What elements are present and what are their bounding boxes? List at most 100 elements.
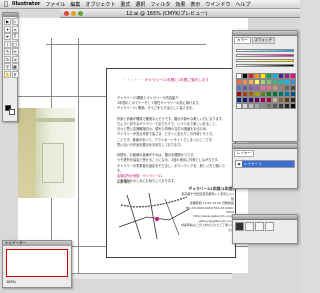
swatch-chip[interactable]	[284, 103, 290, 109]
navigator-zoom-field[interactable]: 165%	[6, 280, 16, 284]
swatch-chip[interactable]	[260, 97, 266, 103]
swatch-chip[interactable]	[260, 79, 266, 85]
menu-filter[interactable]: フィルタ	[150, 1, 170, 8]
swatch-chip[interactable]	[254, 79, 260, 85]
cap-style-icon[interactable]	[235, 222, 244, 231]
swatch-chip[interactable]	[266, 103, 272, 109]
swatch-chip[interactable]	[236, 85, 242, 91]
magenta-slider[interactable]	[236, 54, 294, 57]
swatch-chip[interactable]	[284, 85, 290, 91]
apple-icon[interactable]: 	[0, 1, 12, 8]
layer-row[interactable]: ◉ レイヤー 1	[235, 160, 295, 168]
swatch-chip[interactable]	[242, 91, 248, 97]
swatch-chip[interactable]	[272, 91, 278, 97]
menu-select[interactable]: 選択	[135, 1, 145, 8]
line-tool-icon[interactable]: /	[4, 40, 11, 48]
pen-tool-icon[interactable]: ✒	[4, 33, 11, 40]
swatch-chip[interactable]	[248, 79, 254, 85]
rotate-tool-icon[interactable]: ↻	[4, 55, 11, 63]
menu-edit[interactable]: 編集	[70, 1, 80, 8]
swatch-chip[interactable]	[254, 91, 260, 97]
join-style-icon[interactable]	[245, 222, 254, 231]
lasso-tool-icon[interactable]: ∞	[11, 25, 19, 33]
swatch-chip[interactable]	[290, 73, 296, 79]
swatch-chip[interactable]	[278, 97, 284, 103]
stroke-swatch[interactable]	[9, 109, 15, 115]
swatch-chip[interactable]	[284, 97, 290, 103]
swatch-chip[interactable]	[290, 79, 296, 85]
swatch-chip[interactable]	[248, 73, 254, 79]
swatch-chip[interactable]	[284, 79, 290, 85]
swatch-chip[interactable]	[236, 79, 242, 85]
swatch-chip[interactable]	[278, 91, 284, 97]
zoom-icon[interactable]	[78, 10, 83, 16]
swatch-chip[interactable]	[272, 97, 278, 103]
swatch-chip[interactable]	[278, 73, 284, 79]
dash-icon[interactable]	[265, 222, 274, 231]
swatch-chip[interactable]	[248, 91, 254, 97]
hand-tool-icon[interactable]: ✋	[4, 70, 11, 78]
swatch-chip[interactable]	[266, 91, 272, 97]
swatch-chip[interactable]	[260, 103, 266, 109]
swatch-chip[interactable]	[272, 79, 278, 85]
type-tool-icon[interactable]: T	[11, 33, 19, 40]
yellow-slider[interactable]	[236, 59, 294, 62]
swatch-chip[interactable]	[290, 91, 296, 97]
black-slider[interactable]	[236, 64, 294, 67]
swatch-chip[interactable]	[272, 73, 278, 79]
swatch-chip[interactable]	[266, 73, 272, 79]
swatch-chip[interactable]	[242, 79, 248, 85]
rectangle-tool-icon[interactable]: □	[11, 40, 19, 48]
paintbrush-tool-icon[interactable]: ✎	[4, 48, 11, 55]
menu-window[interactable]: ウインドウ	[205, 1, 230, 8]
eyedropper-tool-icon[interactable]: ⚲	[4, 63, 11, 70]
swatch-chip[interactable]	[254, 103, 260, 109]
swatch-chip[interactable]	[266, 79, 272, 85]
swatch-chip[interactable]	[248, 103, 254, 109]
swatch-chip[interactable]	[248, 97, 254, 103]
swatch-chip[interactable]	[236, 97, 242, 103]
tab-color[interactable]: カラー	[234, 37, 251, 44]
layer-name[interactable]: レイヤー 1	[242, 161, 294, 167]
placed-photo[interactable]	[18, 108, 75, 198]
pencil-tool-icon[interactable]: ✏	[11, 48, 19, 55]
swatch-chip[interactable]	[266, 97, 272, 103]
close-icon[interactable]	[64, 10, 69, 16]
swatch-chip[interactable]	[272, 85, 278, 91]
swatch-chip[interactable]	[290, 103, 296, 109]
swatch-chip[interactable]	[254, 73, 260, 79]
artboard-canvas[interactable]: ・・・・・・ギャラリー21年間と1年間ご案内します ギャラリー21開廊とギャラリ…	[18, 18, 248, 273]
swatch-chip[interactable]	[242, 97, 248, 103]
swatch-chip[interactable]	[278, 103, 284, 109]
cyan-slider[interactable]	[236, 49, 294, 52]
swatch-chip[interactable]	[254, 97, 260, 103]
swatch-chip[interactable]	[290, 85, 296, 91]
swatch-chip[interactable]	[290, 97, 296, 103]
navigator-preview[interactable]	[6, 249, 68, 277]
swatch-chip[interactable]	[278, 85, 284, 91]
document-titlebar[interactable]: 12.ai @ 165% (CMYK/プレビュー)	[60, 9, 300, 18]
swatch-chip[interactable]	[266, 85, 272, 91]
menu-file[interactable]: ファイル	[45, 1, 65, 8]
swatch-chip[interactable]	[284, 91, 290, 97]
swatch-chip[interactable]	[236, 91, 242, 97]
swatch-chip[interactable]	[254, 85, 260, 91]
magic-wand-tool-icon[interactable]: ✦	[4, 25, 11, 33]
swatch-chip[interactable]	[260, 73, 266, 79]
swatch-chip[interactable]	[236, 73, 242, 79]
menu-help[interactable]: ヘルプ	[235, 1, 250, 8]
swatch-chip[interactable]	[242, 103, 248, 109]
swatch-chip[interactable]	[248, 85, 254, 91]
swatch-chip[interactable]	[284, 73, 290, 79]
tab-layers[interactable]: レイヤー	[234, 150, 254, 157]
menu-effect[interactable]: 効果	[175, 1, 185, 8]
menu-type[interactable]: 書式	[120, 1, 130, 8]
gradient-tool-icon[interactable]: ▦	[11, 63, 19, 70]
selection-tool-icon[interactable]: ▶	[4, 18, 11, 25]
swatch-chip[interactable]	[236, 103, 242, 109]
tab-swatches[interactable]: スウォッチ	[251, 37, 275, 44]
menu-object[interactable]: オブジェクト	[85, 1, 115, 8]
app-menu[interactable]: Illustrator	[12, 1, 40, 7]
swatch-chip[interactable]	[242, 73, 248, 79]
swatch-chip[interactable]	[242, 85, 248, 91]
